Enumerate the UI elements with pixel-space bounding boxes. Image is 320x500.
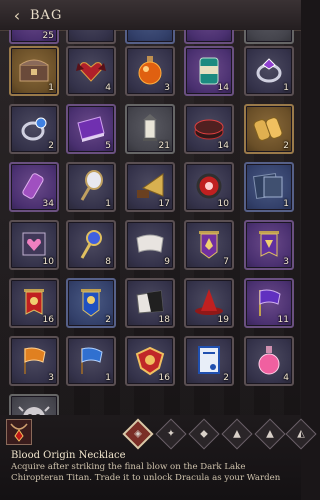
slot-orange-flag[interactable]: 3: [9, 336, 59, 386]
ornate-box-icon: [194, 119, 224, 140]
slot-pink-potion[interactable]: 4: [244, 336, 294, 386]
inventory-slot[interactable]: 25: [9, 30, 59, 44]
header-bar: ‹ BAG: [0, 0, 301, 31]
hat-tab-icon: ▲: [266, 428, 274, 440]
item-grid-icon: ◈: [134, 428, 142, 440]
slot-lantern[interactable]: 21: [125, 104, 175, 154]
slot-purple-book[interactable]: 5: [66, 104, 116, 154]
white-banner-icon: [136, 234, 164, 253]
gramophone-icon: [137, 173, 164, 199]
slot-shield-emblem[interactable]: 16: [125, 336, 175, 386]
certificate-icon: [198, 346, 220, 375]
slot-canned-drink[interactable]: 14: [184, 46, 234, 96]
tab-all-items[interactable]: ◈: [122, 418, 154, 450]
ring-icon: [21, 117, 47, 141]
blue-banner-icon: [81, 289, 101, 317]
blue-flag-icon: [81, 347, 103, 375]
page-title: BAG: [30, 7, 63, 23]
slot-round-mirror[interactable]: 10: [184, 162, 234, 212]
book-icon: [77, 116, 105, 143]
mirror-icon: [80, 170, 103, 201]
slot-red-witch-hat[interactable]: 19: [184, 278, 234, 328]
pink-potion-icon: [258, 346, 280, 375]
purple-flag-icon: [259, 289, 281, 317]
gem-tab-icon: ◆: [200, 428, 208, 440]
category-tabs: ◈ ✦ ◆ ▲ ▲ ◭: [0, 418, 317, 450]
tab-gems[interactable]: ◆: [188, 418, 220, 450]
gear-tab-icon: ✦: [166, 428, 176, 440]
slot-magic-wand[interactable]: 8: [66, 220, 116, 270]
lantern-icon: [143, 114, 157, 142]
round-mirror-icon: [196, 173, 222, 199]
slot-blue-certificate[interactable]: 2: [184, 336, 234, 386]
inventory-slot[interactable]: [184, 30, 234, 44]
shield-emblem-icon: [135, 346, 165, 376]
slot-pink-heart-frame[interactable]: 10: [9, 220, 59, 270]
heart-frame-icon: [22, 232, 46, 256]
inventory-slot[interactable]: [66, 30, 116, 44]
inventory-slot[interactable]: [244, 30, 294, 44]
ring-icon: [256, 58, 282, 83]
slot-winged-heart-ornament[interactable]: 4: [66, 46, 116, 96]
wand-icon: [80, 230, 102, 259]
slot-framed-picture[interactable]: 1: [244, 162, 294, 212]
skull-icon: [18, 406, 50, 415]
inventory-grid: 25 1 4 3 14 1 2 5 21 14 2 34 1 17 10 1 1…: [0, 30, 301, 415]
slot-gramophone[interactable]: 17: [125, 162, 175, 212]
slot-orange-potion[interactable]: 3: [125, 46, 175, 96]
witch-hat-icon: [195, 289, 223, 316]
slot-ornate-box[interactable]: 14: [184, 104, 234, 154]
picture-icon: [253, 173, 283, 200]
orange-potion-icon: [138, 56, 162, 85]
scroll-icon: [22, 173, 44, 199]
tab-crowns[interactable]: ◭: [285, 418, 317, 450]
slot-silver-ring-purple[interactable]: 1: [244, 46, 294, 96]
slot-purple-scroll[interactable]: 34: [9, 162, 59, 212]
slot-dark-banner[interactable]: 18: [125, 278, 175, 328]
dark-banner-icon: [136, 290, 164, 314]
slot-red-banner[interactable]: 16: [9, 278, 59, 328]
slot-purple-flag[interactable]: 11: [244, 278, 294, 328]
slot-golden-scrolls[interactable]: 2: [244, 104, 294, 154]
slot-purple-flag-banner[interactable]: 3: [244, 220, 294, 270]
tab-bags[interactable]: ▲: [221, 418, 253, 450]
red-banner-icon: [24, 289, 44, 315]
crown-tab-icon: ◭: [297, 428, 305, 440]
inventory-slot[interactable]: [125, 30, 175, 44]
slot-white-banner[interactable]: 9: [125, 220, 175, 270]
treasure-chest-icon: [19, 59, 49, 82]
flag-banner-icon: [259, 231, 279, 257]
slot-hand-mirror[interactable]: 1: [66, 162, 116, 212]
crest-banner-icon: [199, 231, 219, 259]
back-arrow-icon[interactable]: ‹: [6, 4, 28, 26]
can-icon: [199, 57, 219, 85]
slot-blue-flag[interactable]: 1: [66, 336, 116, 386]
slot-blue-banner[interactable]: 2: [66, 278, 116, 328]
item-detail-panel: ◈ ✦ ◆ ▲ ▲ ◭ Blood Origin Necklace Acquir…: [0, 415, 317, 500]
tab-hats[interactable]: ▲: [254, 418, 286, 450]
selected-item-name: Blood Origin Necklace: [11, 450, 126, 461]
tab-gear[interactable]: ✦: [155, 418, 187, 450]
winged-heart-icon: [76, 62, 106, 82]
slot-purple-crest-banner[interactable]: 7: [184, 220, 234, 270]
slot-silver-ring-blue[interactable]: 2: [9, 104, 59, 154]
scrolls-icon: [253, 117, 283, 141]
slot-treasure-chest[interactable]: 1: [9, 46, 59, 96]
orange-flag-icon: [24, 347, 46, 375]
slot-skull-mask[interactable]: [9, 394, 59, 415]
selected-item-description: Acquire after striking the final blow on…: [11, 462, 281, 483]
bag-tab-icon: ▲: [233, 428, 241, 440]
